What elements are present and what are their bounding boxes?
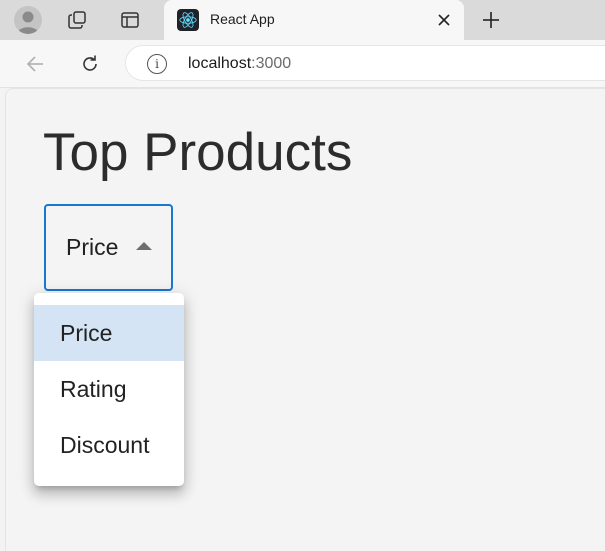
menu-item-rating[interactable]: Rating — [34, 361, 184, 417]
tab-react-app[interactable]: React App — [164, 0, 464, 40]
browser-toolbar: i localhost:3000 — [0, 40, 605, 88]
reload-button[interactable] — [78, 52, 102, 76]
tab-title: React App — [210, 11, 275, 27]
new-tab-button[interactable] — [479, 8, 503, 32]
workspaces-icon[interactable] — [66, 9, 88, 31]
page-title: Top Products — [43, 123, 353, 182]
caret-up-icon — [136, 242, 152, 250]
profile-avatar-icon[interactable] — [14, 6, 42, 34]
url-host: localhost — [188, 55, 252, 72]
sort-select[interactable]: Price — [44, 204, 173, 291]
close-icon[interactable] — [434, 10, 454, 30]
url-text[interactable]: localhost:3000 — [188, 55, 291, 73]
menu-item-discount[interactable]: Discount — [34, 417, 184, 473]
plus-icon — [483, 12, 499, 28]
back-button[interactable] — [23, 52, 47, 76]
browser-tab-strip: React App — [0, 0, 605, 40]
back-arrow-icon — [26, 56, 43, 72]
react-logo-icon — [177, 9, 199, 31]
reload-icon — [83, 55, 97, 71]
menu-item-price[interactable]: Price — [34, 305, 184, 361]
page-viewport: Top Products Price Price Rating Discount — [5, 88, 605, 551]
tab-actions-icon[interactable] — [119, 9, 141, 31]
url-port: :3000 — [251, 55, 292, 72]
info-icon[interactable]: i — [147, 54, 167, 74]
sort-select-value: Price — [66, 234, 119, 260]
sort-options-menu: Price Rating Discount — [34, 293, 184, 486]
address-bar[interactable]: i localhost:3000 — [125, 45, 605, 81]
